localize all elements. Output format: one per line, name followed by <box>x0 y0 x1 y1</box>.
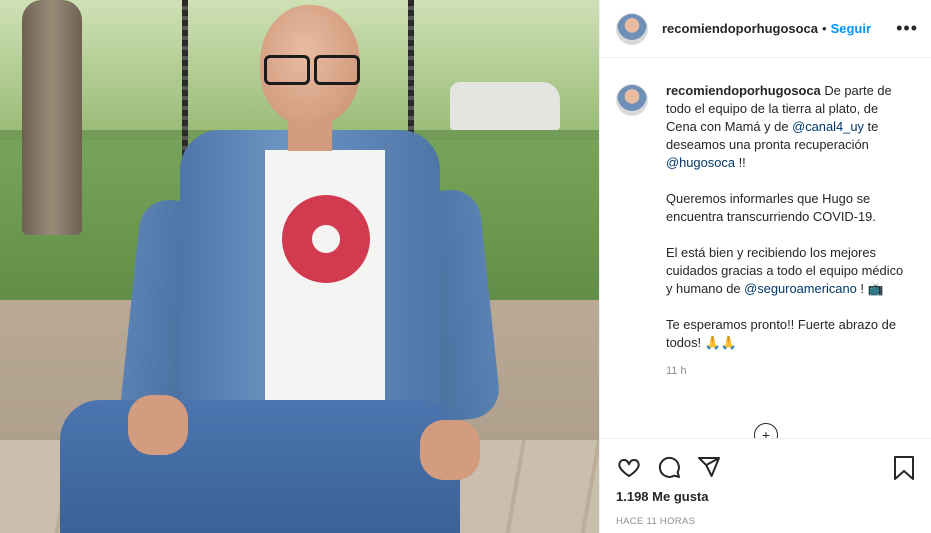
bookmark-icon[interactable] <box>892 455 916 481</box>
follow-button[interactable]: Seguir <box>831 21 871 36</box>
caption-avatar[interactable] <box>616 84 648 116</box>
jeans <box>60 400 460 533</box>
caption-paragraph-2: Queremos informarles que Hugo se encuent… <box>666 191 876 224</box>
caption-timestamp[interactable]: 11 h <box>666 362 906 380</box>
caption-paragraph-1: recomiendoporhugosoca De parte de todo e… <box>666 82 906 172</box>
avatar[interactable] <box>616 12 648 45</box>
mention-canal4[interactable]: @canal4_uy <box>792 119 864 134</box>
post-header: recomiendoporhugosoca • Seguir ••• <box>600 0 931 58</box>
header-username[interactable]: recomiendoporhugosoca <box>662 21 818 36</box>
post-timestamp[interactable]: HACE 11 HORAS <box>616 516 916 527</box>
caption: recomiendoporhugosoca De parte de todo e… <box>600 58 931 380</box>
heart-icon[interactable] <box>616 454 642 480</box>
post-side-panel: recomiendoporhugosoca • Seguir ••• recom… <box>599 0 931 533</box>
caption-paragraph-3: El está bien y recibiendo los mejores cu… <box>666 244 906 298</box>
likes-count[interactable]: 1.198 Me gusta <box>616 489 916 504</box>
post-actions: 1.198 Me gusta HACE 11 HORAS <box>600 438 931 527</box>
post-photo[interactable] <box>0 0 599 533</box>
more-options-button[interactable]: ••• <box>896 18 918 39</box>
mention-seguroamericano[interactable]: @seguroamericano <box>744 281 857 296</box>
comment-icon[interactable] <box>656 454 682 480</box>
caption-paragraph-4: Te esperamos pronto!! Fuerte abrazo de t… <box>666 317 897 350</box>
caption-text-segment: ! 📺 <box>856 281 884 296</box>
caption-text-segment: !! <box>735 155 746 170</box>
instagram-post: recomiendoporhugosoca • Seguir ••• recom… <box>0 0 931 533</box>
caption-username[interactable]: recomiendoporhugosoca <box>666 83 821 98</box>
person-on-swing <box>60 0 520 533</box>
person-hand-left <box>128 395 188 455</box>
person-glasses <box>260 55 360 85</box>
action-icon-row <box>616 447 916 487</box>
person-hand-right <box>420 420 480 480</box>
paper-plane-icon[interactable] <box>696 454 722 480</box>
comments-area[interactable]: recomiendoporhugosoca De parte de todo e… <box>600 58 931 438</box>
tshirt-logo <box>282 195 370 283</box>
load-more-comments-button[interactable]: + <box>754 423 778 438</box>
header-separator: • <box>822 21 827 36</box>
caption-text: recomiendoporhugosoca De parte de todo e… <box>666 82 906 380</box>
mention-hugosoca[interactable]: @hugosoca <box>666 155 735 170</box>
